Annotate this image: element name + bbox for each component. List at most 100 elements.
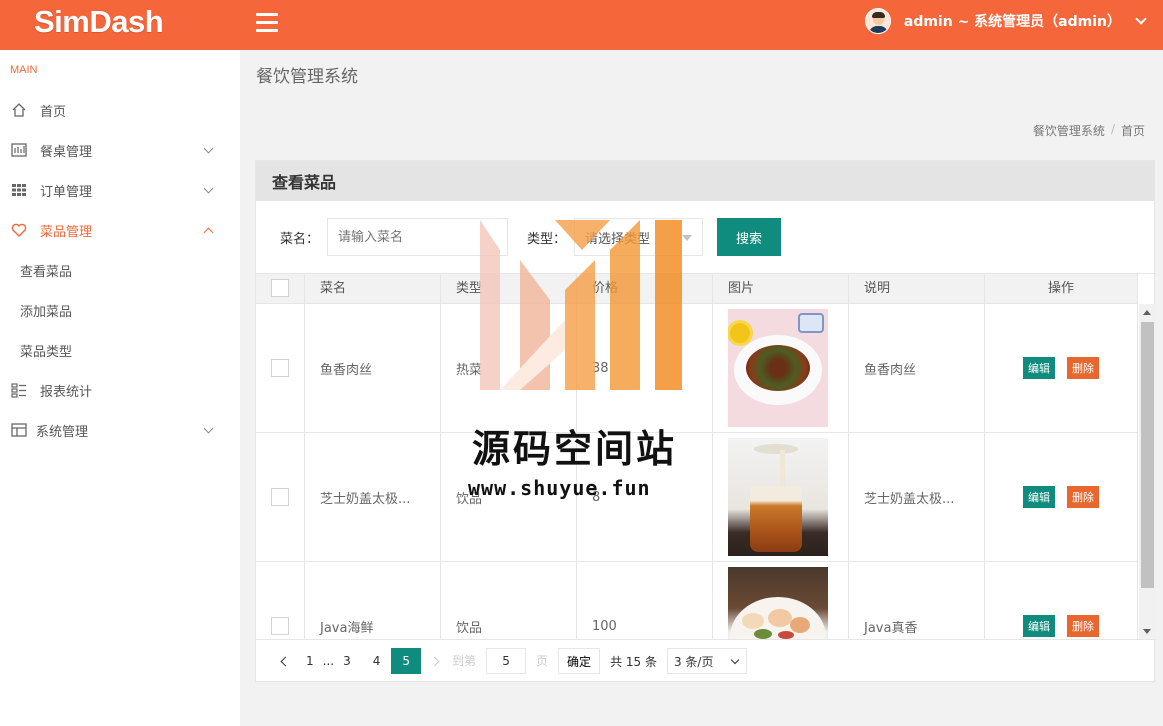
sidebar-subitem-dish-types[interactable]: 菜品类型 [20, 330, 72, 370]
sidebar-item-label: 菜品管理 [40, 224, 93, 240]
select-all-checkbox[interactable] [271, 279, 289, 297]
dish-image-cell [713, 304, 849, 432]
next-page-icon[interactable] [429, 656, 440, 666]
header-checkbox-cell [256, 274, 305, 304]
dish-name-input[interactable] [327, 218, 508, 256]
chevron-down-icon [730, 655, 740, 665]
dish-price-cell: 8 [577, 433, 713, 561]
current-page[interactable]: 5 [391, 648, 422, 674]
sidebar-item-table[interactable]: 餐桌管理 [0, 130, 240, 170]
dish-desc-cell: Java真香 [849, 562, 985, 639]
sidebar-item-system[interactable]: 系统管理 [0, 410, 240, 450]
breadcrumb-item[interactable]: 餐饮管理系统 [1033, 122, 1105, 139]
sidebar-item-dishes[interactable]: 菜品管理 [0, 210, 240, 250]
operation-cell: 编辑 删除 [985, 562, 1138, 639]
menu-toggle-icon[interactable] [256, 13, 278, 33]
scroll-up-icon[interactable] [1143, 310, 1151, 315]
row-checkbox[interactable] [271, 617, 289, 635]
edit-button[interactable]: 编辑 [1023, 357, 1055, 379]
page-unit-label: 页 [536, 654, 549, 668]
breadcrumb-separator: / [1110, 122, 1115, 136]
delete-button[interactable]: 删除 [1067, 615, 1099, 637]
grid-icon [10, 181, 28, 199]
scroll-thumb[interactable] [1141, 322, 1154, 588]
goto-page-input[interactable] [486, 648, 527, 674]
page-link[interactable]: 4 [366, 648, 388, 674]
scroll-down-icon[interactable] [1143, 629, 1151, 634]
delete-button[interactable]: 删除 [1067, 486, 1099, 508]
sidebar-section-label: MAIN [10, 64, 38, 76]
sidebar-item-home[interactable]: 首页 [0, 90, 240, 130]
edit-button[interactable]: 编辑 [1023, 615, 1055, 637]
table-row: 芝士奶盖太极... 饮品 8 芝士奶盖太极... 编辑 删除 [256, 433, 1138, 562]
column-header: 图片 [713, 274, 849, 304]
breadcrumb-item: 首页 [1120, 124, 1145, 138]
dishes-panel: 查看菜品 菜名： 类型： 请选择类型 搜索 菜名 类型 价格 图片 说明 操作 … [255, 160, 1156, 682]
dish-desc-cell: 芝士奶盖太极... [849, 433, 985, 561]
dish-type-cell: 饮品 [441, 562, 577, 639]
report-icon [10, 381, 28, 399]
sidebar: MAIN 首页 餐桌管理 订单管理 菜品管理 查看菜品 添加菜品 菜品类型 报表… [0, 50, 240, 726]
chevron-up-icon [203, 227, 214, 238]
dishes-table: 菜名 类型 价格 图片 说明 操作 鱼香肉丝 热菜 38 鱼香肉丝 编辑 删除 [256, 273, 1156, 640]
goto-confirm-button[interactable]: 确定 [558, 648, 601, 674]
page-size-select[interactable]: 3 条/页 [666, 648, 747, 674]
dish-image [728, 309, 828, 427]
table-header: 菜名 类型 价格 图片 说明 操作 [256, 274, 1138, 304]
chevron-down-icon [203, 143, 214, 154]
sidebar-subitem-view-dishes[interactable]: 查看菜品 [20, 250, 72, 290]
dish-desc-cell: 鱼香肉丝 [849, 304, 985, 432]
page-link[interactable]: 1 [299, 648, 321, 674]
row-checkbox[interactable] [271, 359, 289, 377]
type-select-value: 请选择类型 [585, 231, 651, 247]
column-header[interactable]: 类型 [441, 274, 577, 304]
sidebar-item-label: 订单管理 [40, 184, 93, 200]
dish-image-cell [713, 433, 849, 561]
table-scrollbar[interactable] [1139, 304, 1156, 639]
delete-button[interactable]: 删除 [1067, 357, 1099, 379]
type-select[interactable]: 请选择类型 [574, 218, 703, 256]
edit-button[interactable]: 编辑 [1023, 486, 1055, 508]
sidebar-item-label: 餐桌管理 [40, 144, 93, 160]
dish-price-cell: 100 [577, 562, 713, 639]
search-button[interactable]: 搜索 [717, 218, 781, 256]
dish-image [728, 567, 828, 639]
column-header: 操作 [985, 274, 1138, 304]
pagination: 1 ... 3 4 5 到第 页 确定 共 15 条 3 条/页 [272, 648, 747, 674]
sidebar-subitem-add-dish[interactable]: 添加菜品 [20, 290, 72, 330]
column-header: 说明 [849, 274, 985, 304]
name-label: 菜名： [280, 232, 320, 247]
chevron-down-icon [203, 183, 214, 194]
sidebar-item-label: 首页 [40, 104, 67, 120]
search-bar: 菜名： 类型： 请选择类型 搜索 [256, 218, 1156, 256]
page-size-value: 3 条/页 [673, 654, 714, 669]
user-menu[interactable]: admin ~ 系统管理员（admin） [864, 7, 1147, 35]
column-header[interactable]: 菜名 [305, 274, 441, 304]
total-count: 共 15 条 [610, 654, 657, 669]
dish-type-cell: 热菜 [441, 304, 577, 432]
dish-image [728, 438, 828, 556]
table-icon [10, 141, 28, 159]
table-row: 鱼香肉丝 热菜 38 鱼香肉丝 编辑 删除 [256, 304, 1138, 433]
app-logo[interactable]: SimDash [34, 4, 164, 40]
sidebar-item-reports[interactable]: 报表统计 [0, 370, 240, 410]
table-body: 鱼香肉丝 热菜 38 鱼香肉丝 编辑 删除 芝士奶盖太极... 饮品 8 芝士奶… [256, 304, 1138, 639]
page-ellipsis: ... [322, 654, 335, 668]
chevron-down-icon [1135, 12, 1147, 25]
dish-price-cell: 38 [577, 304, 713, 432]
top-header: SimDash admin ~ 系统管理员（admin） [0, 0, 1163, 50]
row-checkbox[interactable] [271, 488, 289, 506]
dish-type-cell: 饮品 [441, 433, 577, 561]
dish-name-cell: Java海鲜 [305, 562, 441, 639]
page-link[interactable]: 3 [336, 648, 358, 674]
dish-image-cell [713, 562, 849, 639]
prev-page-icon[interactable] [280, 656, 291, 666]
sidebar-item-label: 报表统计 [40, 384, 93, 400]
goto-label: 到第 [452, 654, 477, 668]
sidebar-item-orders[interactable]: 订单管理 [0, 170, 240, 210]
breadcrumb: 餐饮管理系统 / 首页 [1033, 122, 1145, 139]
row-checkbox-cell [256, 562, 305, 639]
operation-cell: 编辑 删除 [985, 433, 1138, 561]
sidebar-item-label: 系统管理 [36, 424, 89, 440]
column-header[interactable]: 价格 [577, 274, 713, 304]
